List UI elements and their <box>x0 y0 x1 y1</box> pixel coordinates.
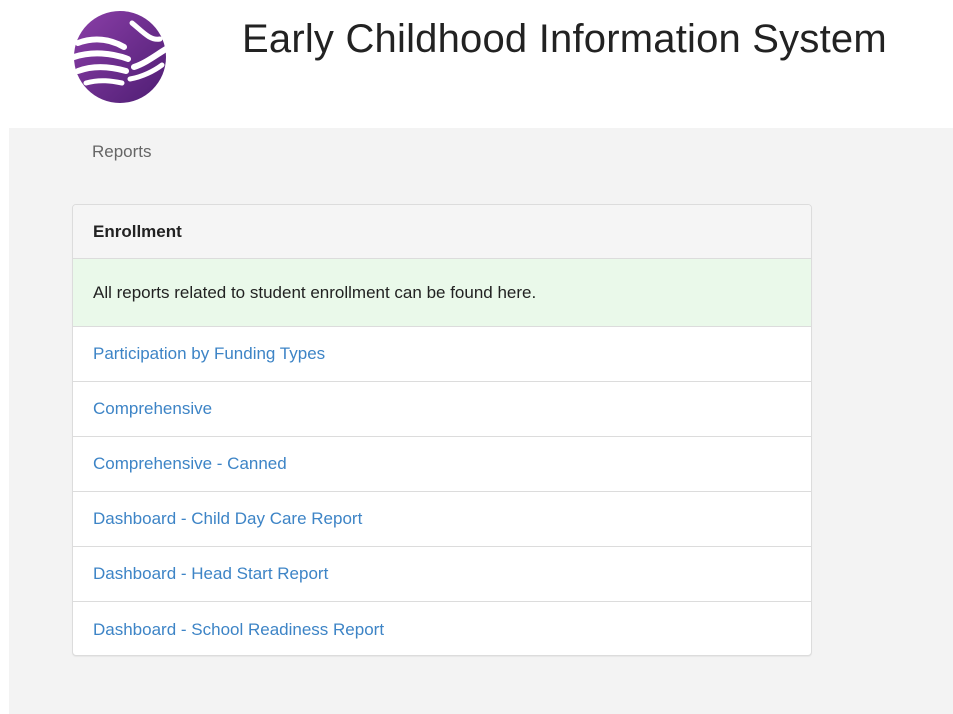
list-item: Comprehensive <box>73 382 811 437</box>
enrollment-panel: Enrollment All reports related to studen… <box>72 204 812 656</box>
list-item: Dashboard - Head Start Report <box>73 547 811 602</box>
breadcrumb: Reports <box>92 142 152 161</box>
list-item: Participation by Funding Types <box>73 327 811 382</box>
report-link-participation-by-funding-types[interactable]: Participation by Funding Types <box>93 344 325 364</box>
report-link-head-start[interactable]: Dashboard - Head Start Report <box>93 564 328 584</box>
list-item: Dashboard - School Readiness Report <box>73 602 811 655</box>
report-link-child-day-care[interactable]: Dashboard - Child Day Care Report <box>93 509 362 529</box>
hands-logo-icon[interactable] <box>72 9 168 105</box>
list-item: Dashboard - Child Day Care Report <box>73 492 811 547</box>
panel-heading: Enrollment <box>73 205 811 259</box>
site-header: Early Childhood Information System <box>0 0 953 128</box>
report-list: Participation by Funding Types Comprehen… <box>73 327 811 655</box>
panel-description: All reports related to student enrollmen… <box>73 259 811 327</box>
report-link-comprehensive[interactable]: Comprehensive <box>93 399 212 419</box>
list-item: Comprehensive - Canned <box>73 437 811 492</box>
app-title: Early Childhood Information System <box>242 17 887 61</box>
report-link-school-readiness[interactable]: Dashboard - School Readiness Report <box>93 620 384 640</box>
report-link-comprehensive-canned[interactable]: Comprehensive - Canned <box>93 454 287 474</box>
